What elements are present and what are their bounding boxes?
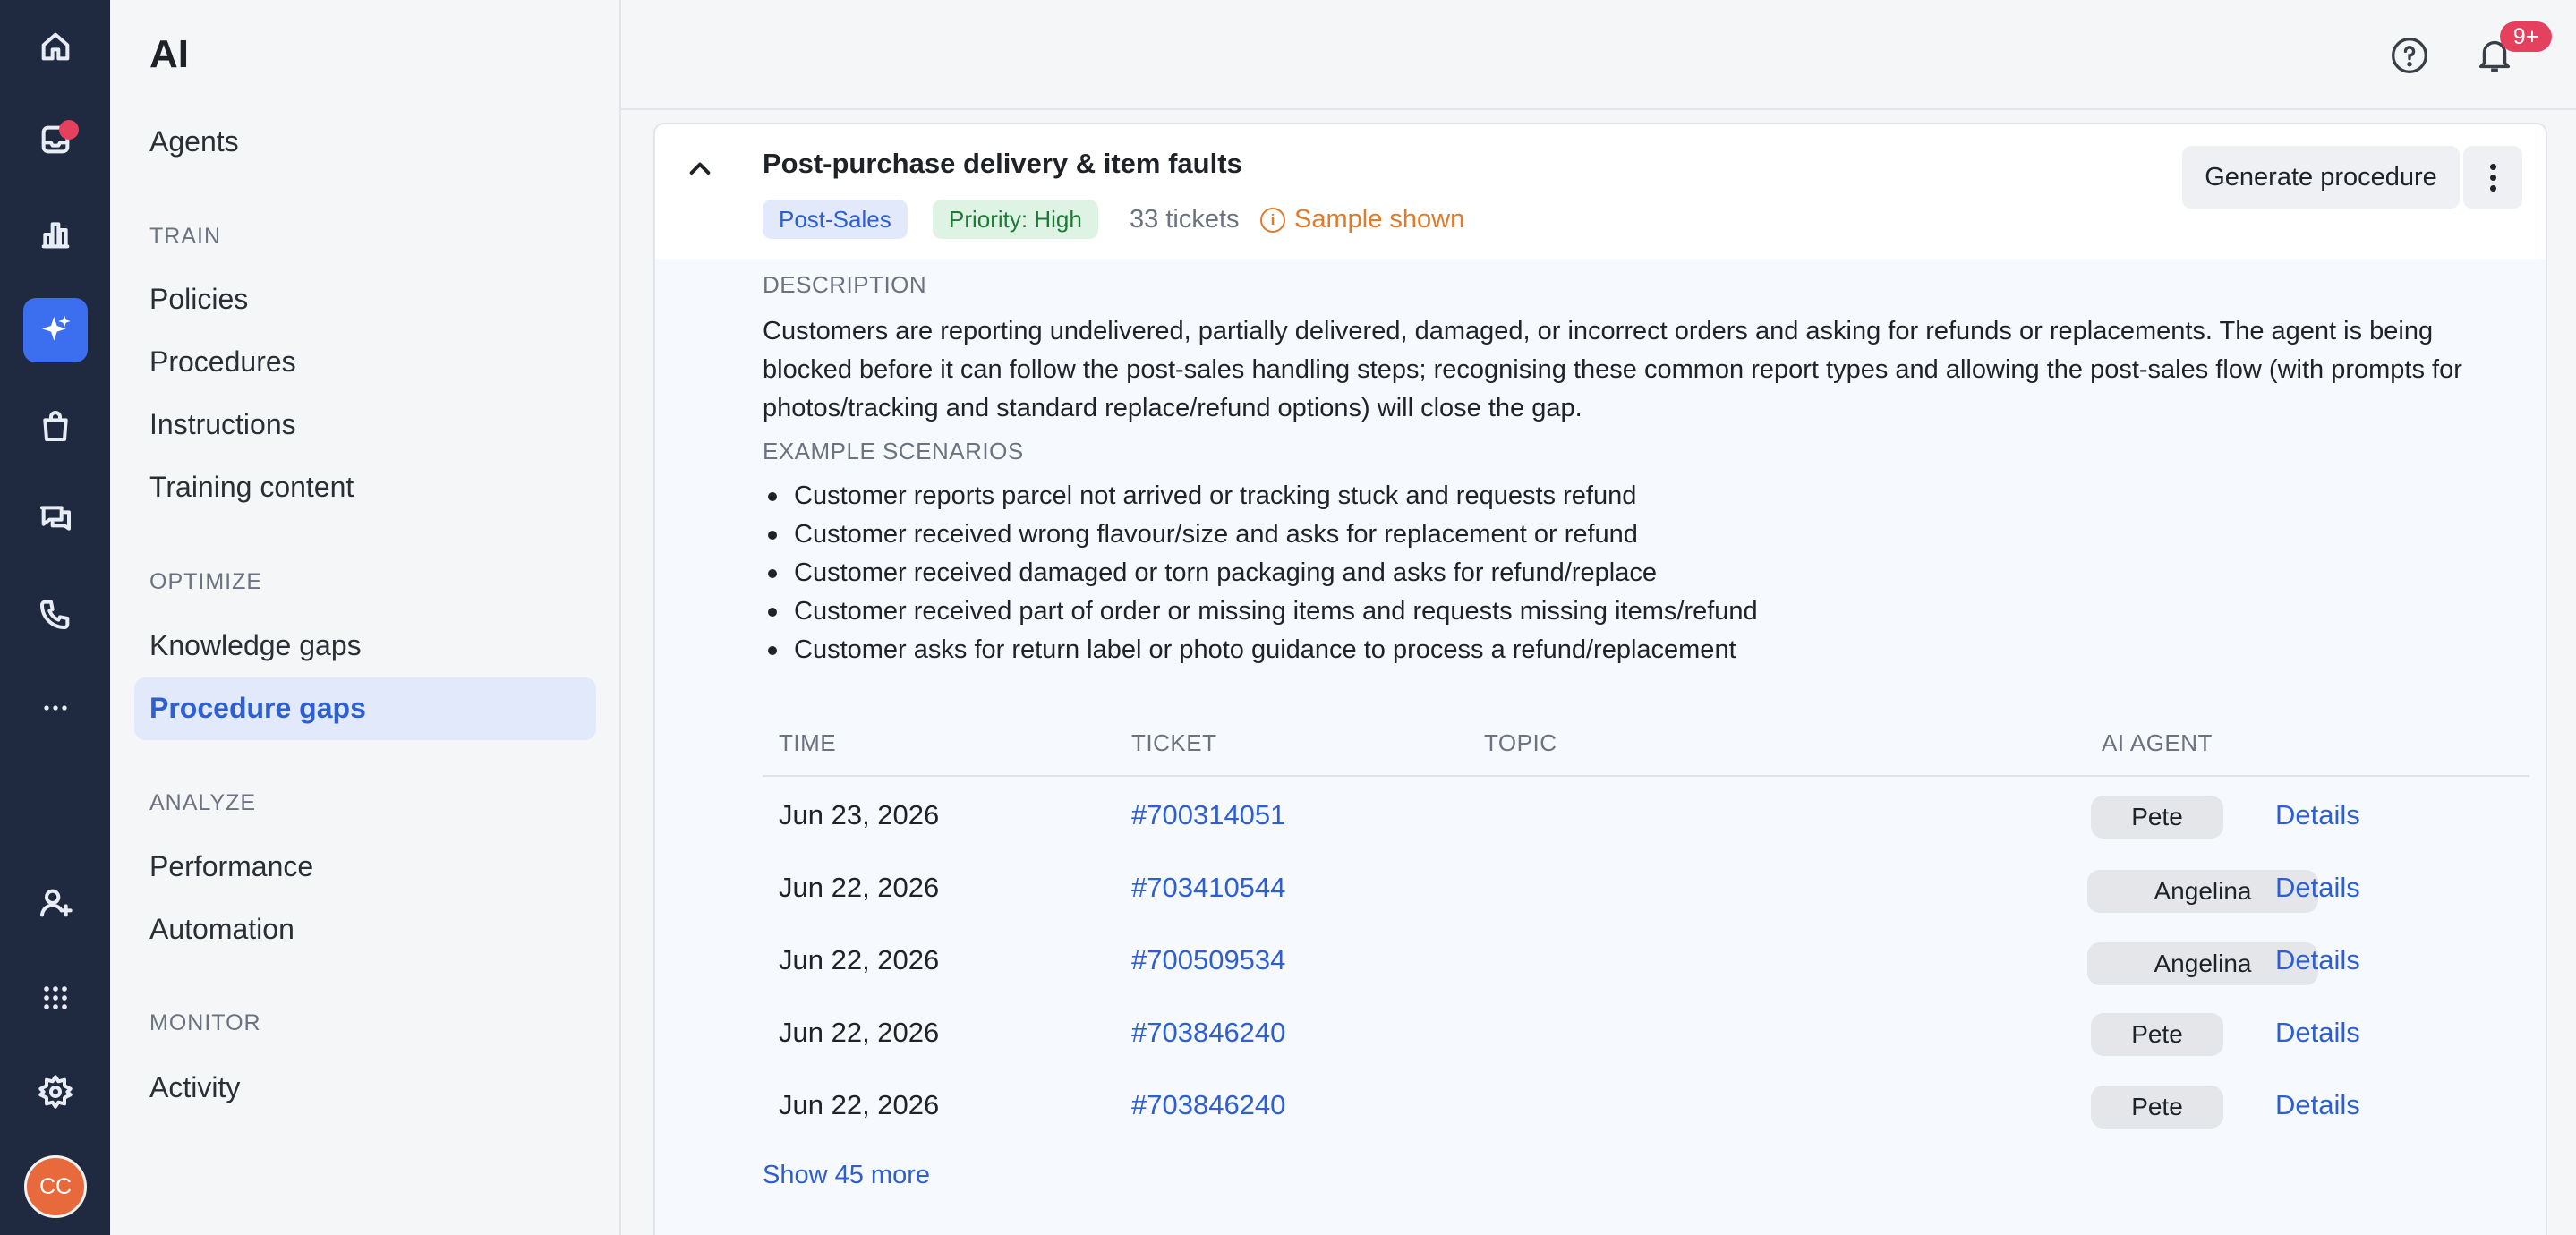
sidebar-item-policies[interactable]: Policies <box>149 283 248 316</box>
apps-grid-icon[interactable] <box>23 966 88 1030</box>
avatar[interactable]: CC <box>24 1155 87 1218</box>
ai-sparkle-icon[interactable] <box>23 298 88 362</box>
list-item: Customer received part of order or missi… <box>763 592 2517 631</box>
column-header-ai-agent[interactable]: AI AGENT <box>2102 729 2213 757</box>
unread-dot <box>59 120 79 140</box>
ticket-link[interactable]: #700314051 <box>1131 799 1285 831</box>
column-header-topic[interactable]: TOPIC <box>1484 729 1557 757</box>
table-row: Jun 22, 2026 #700509534 Angelina Details <box>655 926 2546 998</box>
section-monitor: MONITOR <box>149 1010 261 1035</box>
cell-time: Jun 22, 2026 <box>779 872 940 903</box>
cell-time: Jun 23, 2026 <box>779 799 940 830</box>
phone-icon[interactable] <box>23 582 88 646</box>
ticket-count: 33 tickets <box>1130 205 1240 234</box>
add-user-icon[interactable] <box>23 871 88 935</box>
category-tag: Post-Sales <box>763 200 908 239</box>
app-rail: CC <box>0 0 110 1235</box>
sidebar-item-activity[interactable]: Activity <box>149 1071 240 1104</box>
column-header-ticket[interactable]: TICKET <box>1131 729 1216 757</box>
scenario-list: Customer reports parcel not arrived or t… <box>763 477 2517 669</box>
generate-procedure-button[interactable]: Generate procedure <box>2182 146 2460 209</box>
table-row: Jun 23, 2026 #700314051 Pete Details <box>655 781 2546 853</box>
sample-label: Sample shown <box>1294 205 1465 234</box>
scenarios-label: EXAMPLE SCENARIOS <box>763 438 1024 464</box>
home-icon[interactable] <box>23 14 88 79</box>
section-train: TRAIN <box>149 224 221 249</box>
table-header-divider <box>763 775 2529 777</box>
more-options-icon[interactable] <box>2463 146 2522 209</box>
details-link[interactable]: Details <box>2275 1017 2360 1049</box>
info-icon: i <box>1260 207 1285 233</box>
sidebar-item-automation[interactable]: Automation <box>149 913 294 946</box>
card-header: Post-purchase delivery & item faults Pos… <box>655 124 2546 259</box>
column-header-time[interactable]: TIME <box>779 729 836 757</box>
section-optimize: OPTIMIZE <box>149 569 263 594</box>
show-more-link[interactable]: Show 45 more <box>763 1161 930 1190</box>
sidebar-item-performance[interactable]: Performance <box>149 850 313 883</box>
agent-pill: Pete <box>2091 1086 2223 1129</box>
list-item: Customer asks for return label or photo … <box>763 631 2517 669</box>
details-link[interactable]: Details <box>2275 944 2360 976</box>
analytics-icon[interactable] <box>23 202 88 267</box>
ticket-link[interactable]: #703846240 <box>1131 1089 1285 1121</box>
gap-title: Post-purchase delivery & item faults <box>763 148 1242 179</box>
notification-badge: 9+ <box>2500 21 2552 52</box>
agent-pill: Pete <box>2091 1013 2223 1056</box>
table-row: Jun 22, 2026 #703410544 Angelina Details <box>655 854 2546 925</box>
cell-time: Jun 22, 2026 <box>779 1089 940 1120</box>
top-bar: 9+ <box>621 0 2576 110</box>
settings-icon[interactable] <box>23 1060 88 1124</box>
chevron-up-icon[interactable] <box>686 155 714 183</box>
list-item: Customer received wrong flavour/size and… <box>763 515 2517 554</box>
agent-pill: Pete <box>2091 796 2223 839</box>
sidebar-item-instructions[interactable]: Instructions <box>149 408 296 441</box>
section-analyze: ANALYZE <box>149 790 257 815</box>
sidebar-item-knowledge-gaps[interactable]: Knowledge gaps <box>149 629 362 662</box>
sidebar-title: AI <box>149 32 189 76</box>
ticket-link[interactable]: #703410544 <box>1131 872 1285 904</box>
ticket-link[interactable]: #700509534 <box>1131 944 1285 976</box>
sample-notice: i Sample shown <box>1260 205 1464 234</box>
list-item: Customer reports parcel not arrived or t… <box>763 477 2517 515</box>
card-body: DESCRIPTION Customers are reporting unde… <box>655 259 2546 1235</box>
cell-time: Jun 22, 2026 <box>779 944 940 975</box>
sidebar-item-agents[interactable]: Agents <box>149 125 239 158</box>
sidebar-item-procedures[interactable]: Procedures <box>149 345 296 379</box>
ticket-link[interactable]: #703846240 <box>1131 1017 1285 1049</box>
chat-icon[interactable] <box>23 486 88 550</box>
table-row: Jun 22, 2026 #703846240 Pete Details <box>655 999 2546 1070</box>
description-label: DESCRIPTION <box>763 271 927 298</box>
sidebar-item-training-content[interactable]: Training content <box>149 471 354 504</box>
help-icon[interactable] <box>2390 36 2429 75</box>
procedure-gap-card: Post-purchase delivery & item faults Pos… <box>653 123 2547 1235</box>
details-link[interactable]: Details <box>2275 872 2360 904</box>
ai-sidebar: AI Agents TRAIN Policies Procedures Inst… <box>110 0 621 1235</box>
table-row: Jun 22, 2026 #703846240 Pete Details <box>655 1071 2546 1143</box>
cell-time: Jun 22, 2026 <box>779 1017 940 1048</box>
shopping-bag-icon[interactable] <box>23 394 88 458</box>
details-link[interactable]: Details <box>2275 1089 2360 1121</box>
priority-tag: Priority: High <box>933 200 1098 239</box>
more-icon[interactable] <box>23 676 88 740</box>
sidebar-item-label: Procedure gaps <box>149 692 366 724</box>
list-item: Customer received damaged or torn packag… <box>763 554 2517 592</box>
sidebar-item-procedure-gaps[interactable]: Procedure gaps <box>134 677 596 740</box>
inbox-icon[interactable] <box>23 107 88 172</box>
description-text: Customers are reporting undelivered, par… <box>763 317 2462 422</box>
details-link[interactable]: Details <box>2275 799 2360 831</box>
